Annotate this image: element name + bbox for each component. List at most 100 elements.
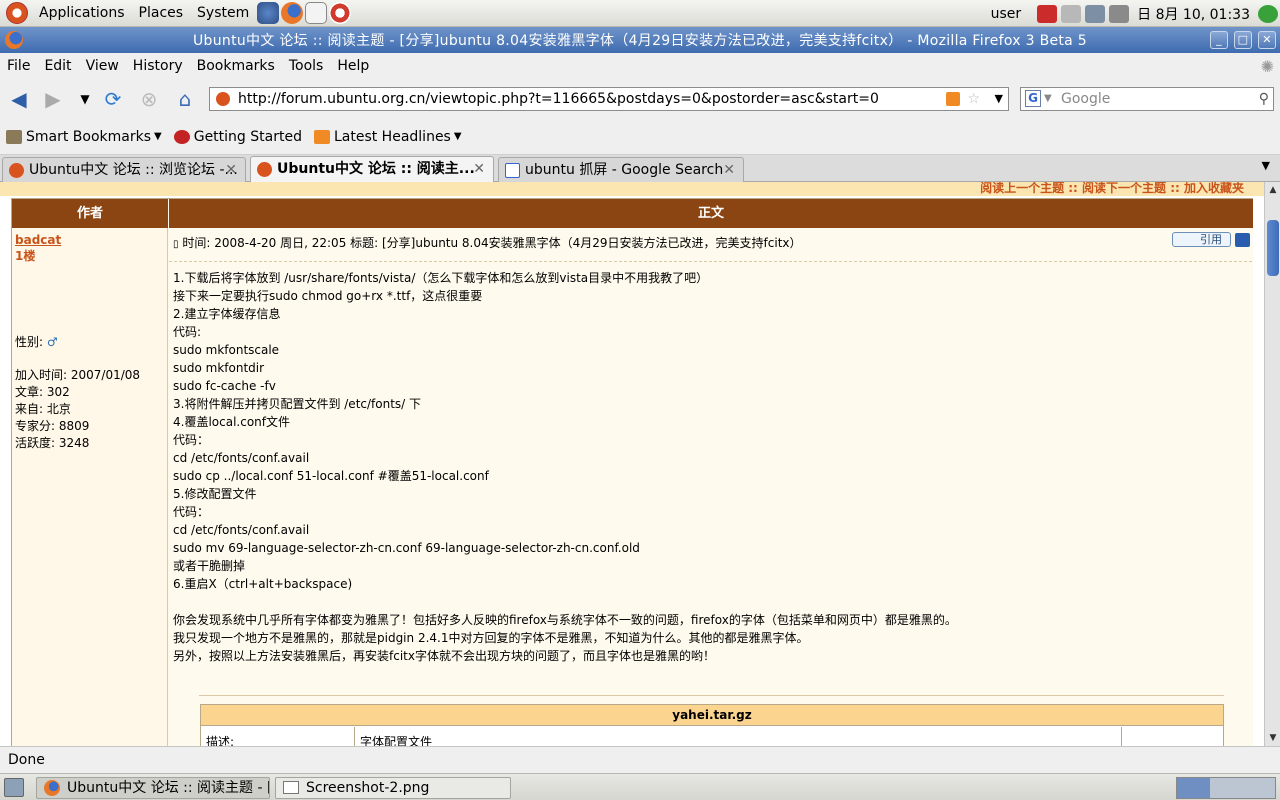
- show-desktop-icon[interactable]: [4, 778, 24, 797]
- author-activity: 活跃度: 3248: [15, 436, 90, 450]
- attachment-col-divider: [354, 727, 355, 746]
- author-expert-points: 专家分: 8809: [15, 419, 90, 433]
- attachment-filename: yahei.tar.gz: [201, 705, 1223, 726]
- bookmark-label: Latest Headlines: [333, 128, 451, 145]
- getting-started-bookmark[interactable]: Getting Started: [168, 129, 308, 145]
- close-tab-icon[interactable]: ✕: [225, 158, 237, 182]
- applications-menu[interactable]: Applications: [32, 5, 132, 21]
- google-engine-icon[interactable]: G: [1025, 90, 1041, 107]
- tab-forum-topic[interactable]: Ubuntu中文 论坛 :: 阅读主... ✕: [250, 156, 494, 182]
- username: user: [990, 5, 1022, 22]
- url-text: http://forum.ubuntu.org.cn/viewtopic.php…: [238, 91, 879, 107]
- taskbar-firefox-window[interactable]: Ubuntu中文 论坛 :: 阅读主题 - [...: [36, 777, 270, 799]
- attachment-desc-value: 字体配置文件: [360, 735, 433, 746]
- home-button[interactable]: ⌂: [172, 87, 198, 111]
- scroll-thumb[interactable]: [1267, 220, 1279, 276]
- menu-bookmarks[interactable]: Bookmarks: [190, 58, 282, 74]
- logout-icon[interactable]: [1258, 4, 1278, 23]
- printer-icon[interactable]: [1061, 4, 1082, 23]
- author-from: 来自: 北京: [15, 402, 71, 416]
- post-floor: 1楼: [15, 249, 36, 263]
- post-body-line: cd /etc/fonts/conf.avail: [173, 523, 310, 537]
- throbber-icon: ✺: [1260, 57, 1274, 76]
- menu-help[interactable]: Help: [330, 58, 376, 74]
- window-titlebar[interactable]: Ubuntu中文 论坛 :: 阅读主题 - [分享]ubuntu 8.04安装雅…: [0, 27, 1280, 53]
- quote-button[interactable]: 引用: [1172, 232, 1231, 247]
- network-icon[interactable]: [1085, 4, 1106, 23]
- page-content: 阅读上一个主题 :: 阅读下一个主题 :: 加入收藏夹 作者 正文 badcat…: [0, 182, 1264, 746]
- help-launcher-icon[interactable]: [257, 2, 280, 24]
- post-meta: ▯ 时间: 2008-4-20 周日, 22:05 标题: [分享]ubuntu…: [173, 234, 802, 251]
- tab-google-search[interactable]: ubuntu 抓屏 - Google Search ✕: [498, 157, 744, 182]
- post-body-line: 6.重启X（ctrl+alt+backspace): [173, 577, 353, 591]
- tab-forum-browse[interactable]: Ubuntu中文 论坛 :: 浏览论坛 -... ✕: [2, 157, 246, 182]
- vertical-scrollbar[interactable]: ▲ ▼: [1264, 182, 1280, 746]
- stop-button[interactable]: ⊗: [136, 87, 162, 111]
- latest-headlines-folder[interactable]: Latest Headlines ▼: [308, 129, 468, 145]
- menu-file[interactable]: File: [0, 58, 37, 74]
- profile-square-icon[interactable]: [1235, 233, 1250, 247]
- smart-bookmarks-folder[interactable]: Smart Bookmarks ▼: [0, 129, 168, 145]
- post-body-line: sudo mkfontdir: [173, 361, 265, 375]
- post-body-line: 代码：: [173, 505, 210, 519]
- search-engine-dropdown-icon[interactable]: ▼: [1044, 88, 1052, 110]
- back-button[interactable]: ◀: [6, 87, 32, 111]
- scroll-down-icon[interactable]: ▼: [1267, 732, 1279, 744]
- lifebuoy-help-icon[interactable]: [329, 2, 352, 24]
- ubuntu-favicon-icon: [9, 163, 24, 178]
- taskbar-screenshot-window[interactable]: Screenshot-2.png: [275, 777, 511, 799]
- reload-button[interactable]: ⟳: [100, 87, 126, 111]
- red-hat-icon: [173, 129, 190, 144]
- email-launcher-icon[interactable]: [305, 2, 328, 24]
- search-bar[interactable]: G ▼ Google ⚲: [1020, 87, 1274, 111]
- workspace-switcher[interactable]: [1176, 777, 1276, 799]
- post-body-line: 你会发现系统中几乎所有字体都变为雅黑了！包括好多人反映的firefox与系统字体…: [173, 613, 957, 627]
- ubuntu-favicon-icon: [257, 162, 272, 177]
- body-column-header: 正文: [169, 199, 1253, 228]
- history-dropdown-button[interactable]: ▼: [72, 87, 98, 111]
- firefox-launcher-icon[interactable]: [281, 2, 304, 24]
- post-body: 1.下载后将字体放到 /usr/share/fonts/vista/（怎么下载字…: [173, 269, 957, 665]
- menu-edit[interactable]: Edit: [37, 58, 78, 74]
- tab-list-dropdown-icon[interactable]: ▼: [1262, 159, 1270, 172]
- post-body-line: sudo fc-cache -fv: [173, 379, 276, 393]
- window-title: Ubuntu中文 论坛 :: 阅读主题 - [分享]ubuntu 8.04安装雅…: [192, 33, 1088, 49]
- maximize-button[interactable]: □: [1234, 31, 1252, 49]
- url-bar[interactable]: http://forum.ubuntu.org.cn/viewtopic.php…: [209, 87, 1009, 111]
- menu-history[interactable]: History: [126, 58, 190, 74]
- tab-label: Ubuntu中文 论坛 :: 阅读主...: [277, 161, 475, 177]
- bookmark-label: Smart Bookmarks: [26, 128, 152, 145]
- close-tab-icon[interactable]: ✕: [473, 157, 485, 181]
- post-icon: ▯: [173, 239, 179, 250]
- ubuntu-logo-icon[interactable]: [6, 2, 28, 24]
- close-tab-icon[interactable]: ✕: [723, 158, 735, 182]
- firefox-window-icon[interactable]: [5, 31, 23, 49]
- post-panel: ▯ 时间: 2008-4-20 周日, 22:05 标题: [分享]ubuntu…: [169, 228, 1253, 746]
- bookmark-label: Getting Started: [193, 128, 302, 145]
- places-menu[interactable]: Places: [132, 5, 191, 21]
- post-body-line: 3.将附件解压并拷贝配置文件到 /etc/fonts/ 下: [173, 397, 422, 411]
- clock[interactable]: 日 8月 10, 01:33: [1137, 4, 1250, 24]
- close-window-button[interactable]: ✕: [1258, 31, 1276, 49]
- post-body-line: 代码:: [173, 325, 202, 339]
- rss-feed-icon[interactable]: [946, 92, 960, 106]
- update-notifier-icon[interactable]: [1037, 4, 1058, 23]
- status-bar: Done: [0, 746, 1280, 773]
- system-menu[interactable]: System: [190, 5, 256, 21]
- volume-icon[interactable]: [1109, 4, 1130, 23]
- url-dropdown-icon[interactable]: ▼: [995, 88, 1003, 110]
- post-body-line: 5.修改配置文件: [173, 487, 257, 501]
- post-body-line: 1.下载后将字体放到 /usr/share/fonts/vista/（怎么下载字…: [173, 271, 709, 285]
- bookmark-star-icon[interactable]: ☆: [967, 88, 980, 110]
- menu-tools[interactable]: Tools: [282, 58, 331, 74]
- menu-view[interactable]: View: [79, 58, 126, 74]
- scroll-up-icon[interactable]: ▲: [1267, 184, 1279, 196]
- author-name-link[interactable]: badcat: [15, 233, 164, 247]
- menubar: File Edit View History Bookmarks Tools H…: [0, 53, 1280, 79]
- topic-navigation-links[interactable]: 阅读上一个主题 :: 阅读下一个主题 :: 加入收藏夹: [980, 182, 1244, 196]
- search-icon[interactable]: ⚲: [1259, 88, 1269, 110]
- minimize-button[interactable]: _: [1210, 31, 1228, 49]
- workspace-1[interactable]: [1177, 778, 1210, 798]
- attachment-table: yahei.tar.gz 描述: 字体配置文件: [200, 704, 1224, 746]
- forward-button[interactable]: ▶: [40, 87, 66, 111]
